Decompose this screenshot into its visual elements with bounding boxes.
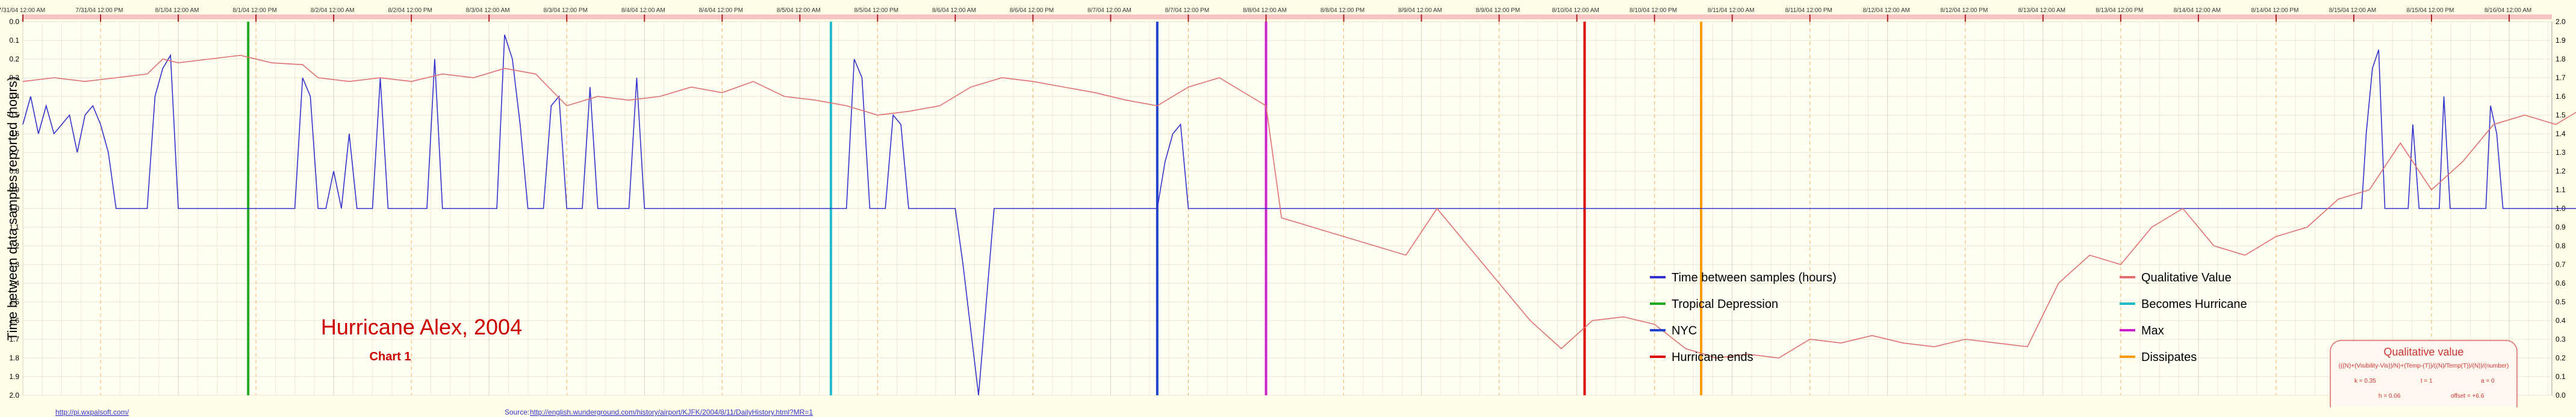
x-tick-label: 7/31/04 12:00 PM [76, 7, 123, 14]
y-tick-right: 0.0 [2556, 391, 2566, 400]
legend-label: Tropical Depression [1672, 298, 1778, 311]
x-tick-label: 8/8/04 12:00 AM [1243, 7, 1287, 14]
qualitative-param-offset: offset = +6.6 [2451, 393, 2484, 400]
top-banner [23, 14, 2552, 19]
x-tick-label: 8/11/04 12:00 PM [1785, 7, 1832, 14]
qualitative-value-box: Qualitative value (((N)+(Visibility-Vis)… [2330, 340, 2518, 416]
x-tick-label: 8/4/04 12:00 AM [621, 7, 665, 14]
footer-bar [0, 407, 2576, 417]
y-tick-right: 2.0 [2556, 17, 2566, 26]
qualitative-box-title: Qualitative value [2383, 346, 2463, 358]
x-tick-label: 8/2/04 12:00 PM [388, 7, 432, 14]
y-tick-right: 0.2 [2556, 354, 2566, 362]
x-tick-label: 8/6/04 12:00 AM [932, 7, 976, 14]
qualitative-param-h: h = 0.06 [2378, 393, 2401, 400]
qualitative-param-t: t = 1 [2421, 378, 2433, 384]
x-tick-label: 8/12/04 12:00 AM [1863, 7, 1910, 14]
chart-subtitle: Chart 1 [370, 350, 411, 363]
y-axis-label: Time between data samples reported (hour… [5, 77, 20, 340]
x-tick-label: 8/13/04 12:00 PM [2095, 7, 2143, 14]
x-tick-label: 8/16/04 12:00 AM [2484, 7, 2531, 14]
x-tick-label: 8/1/04 12:00 PM [232, 7, 276, 14]
x-tick-label: 8/1/04 12:00 AM [155, 7, 199, 14]
y-tick-right: 1.5 [2556, 111, 2566, 119]
y-tick-right: 1.1 [2556, 186, 2566, 194]
y-tick-right: 0.6 [2556, 279, 2566, 287]
x-tick-label: 8/15/04 12:00 PM [2407, 7, 2454, 14]
x-tick-label: 8/3/04 12:00 AM [466, 7, 510, 14]
footer-home-link[interactable]: http://pi.wxpalsoft.com/ [55, 408, 129, 416]
x-tick-label: 8/14/04 12:00 PM [2251, 7, 2298, 14]
legend-label: Max [2141, 324, 2164, 337]
footer-source-link[interactable]: http://english.wunderground.com/history/… [530, 408, 813, 416]
chart-title: Hurricane Alex, 2004 [321, 315, 522, 339]
y-tick-right: 0.3 [2556, 335, 2566, 343]
x-tick-label: 8/4/04 12:00 PM [699, 7, 743, 14]
legend-label: NYC [1672, 324, 1697, 337]
y-tick-left: 1.9 [9, 372, 19, 381]
qualitative-param-k: k = 0.35 [2354, 378, 2376, 384]
legend-label: Becomes Hurricane [2141, 298, 2247, 311]
x-tick-label: 8/7/04 12:00 PM [1165, 7, 1209, 14]
y-tick-right: 0.9 [2556, 223, 2566, 231]
x-tick-label: 8/10/04 12:00 PM [1629, 7, 1677, 14]
y-tick-left: 0.1 [9, 36, 19, 45]
y-tick-right: 0.4 [2556, 316, 2566, 325]
footer-source-label: Source: [505, 408, 529, 416]
hurricane-chart: 0.00.10.20.30.40.50.60.70.80.91.01.11.21… [0, 0, 2576, 417]
x-tick-label: 8/6/04 12:00 PM [1010, 7, 1054, 14]
x-tick-label: 8/15/04 12:00 AM [2329, 7, 2376, 14]
x-tick-label: 8/8/04 12:00 PM [1321, 7, 1364, 14]
x-tick-label: 8/5/04 12:00 AM [777, 7, 821, 14]
y-tick-left: 0.2 [9, 55, 19, 63]
x-tick-label: 8/14/04 12:00 AM [2174, 7, 2221, 14]
y-tick-right: 1.4 [2556, 130, 2566, 138]
y-tick-right: 1.8 [2556, 55, 2566, 63]
x-tick-label: 8/3/04 12:00 PM [544, 7, 588, 14]
y-tick-right: 0.7 [2556, 260, 2566, 269]
x-tick-label: 8/13/04 12:00 AM [2018, 7, 2065, 14]
y-tick-right: 1.9 [2556, 36, 2566, 45]
y-tick-right: 1.3 [2556, 148, 2566, 157]
x-tick-label: 8/9/04 12:00 PM [1476, 7, 1520, 14]
y-tick-right: 0.5 [2556, 298, 2566, 306]
legend-label: Hurricane ends [1672, 351, 1753, 364]
x-tick-label: 8/11/04 12:00 AM [1708, 7, 1755, 14]
qualitative-box-formula: (((N)+(Visibility-Vis))/N)+(Temp-(T))/((… [2339, 363, 2509, 369]
legend-label: Time between samples (hours) [1672, 271, 1837, 284]
x-tick-label: 7/31/04 12:00 AM [0, 7, 45, 14]
y-tick-left: 1.8 [9, 354, 19, 362]
y-tick-right: 1.7 [2556, 74, 2566, 82]
x-tick-label: 8/7/04 12:00 AM [1087, 7, 1131, 14]
y-tick-right: 0.1 [2556, 372, 2566, 381]
x-tick-label: 8/9/04 12:00 AM [1398, 7, 1442, 14]
x-tick-label: 8/12/04 12:00 PM [1940, 7, 1988, 14]
y-tick-right: 1.2 [2556, 167, 2566, 175]
x-tick-label: 8/5/04 12:00 PM [854, 7, 898, 14]
x-tick-label: 8/2/04 12:00 AM [311, 7, 355, 14]
y-tick-right: 1.6 [2556, 92, 2566, 101]
legend-label: Dissipates [2141, 351, 2197, 364]
y-tick-left: 2.0 [9, 391, 19, 400]
legend-label: Qualitative Value [2141, 271, 2232, 284]
y-tick-left: 0.0 [9, 17, 19, 26]
y-tick-right: 0.8 [2556, 242, 2566, 250]
qualitative-param-a: a = 0 [2481, 378, 2495, 384]
x-tick-label: 8/10/04 12:00 AM [1552, 7, 1599, 14]
